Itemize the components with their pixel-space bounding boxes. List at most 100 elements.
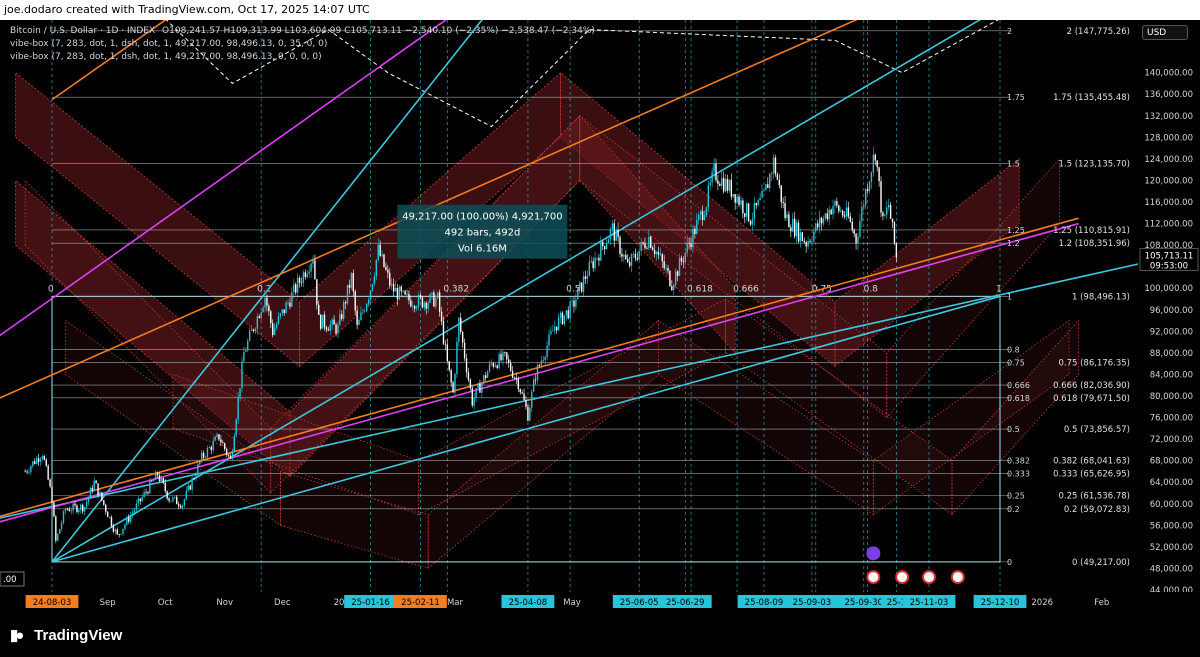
candle-body	[318, 304, 320, 315]
candle-body	[857, 236, 859, 244]
candle-body	[744, 213, 746, 217]
candle-body	[389, 272, 391, 286]
candle-body	[765, 184, 767, 191]
candle-body	[742, 200, 744, 214]
candle-body	[460, 317, 462, 333]
fib-level-ratio: 2	[1007, 27, 1012, 36]
candle-body	[630, 254, 633, 266]
candle-body	[419, 295, 422, 298]
candle-body	[222, 442, 224, 444]
candle-body	[500, 354, 502, 361]
candle-body	[688, 243, 690, 244]
candle-body	[362, 311, 364, 313]
time-tick-label: Nov	[216, 598, 233, 608]
price-tick-label: 60,000.00	[1150, 500, 1193, 510]
currency-selector[interactable]: USD	[1142, 25, 1188, 40]
candle-body	[406, 293, 408, 295]
time-tick-label: 2026	[1031, 598, 1053, 608]
candle-body	[575, 299, 577, 307]
candle-body	[34, 461, 36, 464]
candle-body	[241, 361, 243, 389]
fib-level-label: 0.333 (65,626.95)	[1053, 469, 1130, 479]
candle-body	[82, 504, 84, 512]
candle-body	[481, 382, 483, 393]
candle-body	[247, 340, 249, 351]
time-tag-label: 25-06-29	[666, 598, 705, 608]
candle-body	[784, 203, 786, 219]
candle-body	[149, 480, 151, 494]
candle-body	[573, 300, 575, 307]
candle-body	[488, 363, 491, 372]
candle-body	[740, 200, 742, 205]
candle-body	[24, 471, 26, 473]
time-tag-label: 25-01-16	[351, 598, 390, 608]
price-tick-label: 120,000.00	[1144, 176, 1193, 186]
candle-body	[91, 487, 93, 491]
candle-body	[550, 331, 552, 335]
candle-body	[291, 292, 293, 307]
candle-body	[682, 261, 685, 263]
candle-body	[49, 479, 51, 487]
candle-body	[58, 529, 61, 534]
candle-body	[870, 172, 873, 182]
candle-body	[415, 307, 418, 309]
candle-body	[452, 382, 454, 393]
candle-body	[780, 185, 782, 203]
time-axis: 24-08-03 Sep Oct Nov Dec 202 25-01-16 25-02-11 M…	[0, 592, 1200, 612]
candle-body	[552, 330, 554, 332]
candle-body	[650, 236, 652, 248]
candle-body	[168, 498, 170, 501]
candle-body	[546, 345, 548, 358]
candle-body	[461, 332, 464, 343]
candle-body	[592, 261, 594, 269]
candle-body	[863, 205, 865, 207]
candle-body	[690, 243, 692, 248]
time-tag-label: 25-06-05	[620, 598, 659, 608]
candle-body	[632, 254, 635, 255]
candle-body	[820, 217, 823, 224]
candle-body	[78, 510, 80, 513]
candle-body	[734, 194, 736, 203]
candle-body	[204, 457, 207, 459]
candle-body	[199, 461, 201, 464]
candle-body	[887, 204, 890, 208]
candle-body	[154, 472, 157, 480]
time-fib-label: 0	[48, 284, 54, 294]
candle-body	[724, 178, 727, 192]
candle-body	[492, 363, 495, 367]
candle-body	[603, 246, 606, 250]
candle-body	[836, 201, 838, 206]
candle-body	[139, 498, 141, 501]
price-tick-label: 68,000.00	[1150, 457, 1193, 467]
candle-body	[231, 450, 234, 459]
candle-body	[613, 223, 615, 241]
candle-body	[698, 214, 700, 220]
indicator-2[interactable]: vibe-box (7, 283, dot, 1, dsh, dot, 1, 4…	[10, 51, 595, 64]
candle-body	[840, 211, 842, 212]
candle-body	[87, 497, 90, 503]
candle-body	[634, 254, 637, 259]
candle-body	[628, 262, 631, 266]
time-tick-label: May	[563, 598, 581, 608]
candle-body	[830, 209, 832, 215]
candle-body	[826, 213, 828, 220]
candle-body	[106, 511, 109, 518]
candle-body	[390, 284, 393, 286]
candle-body	[281, 309, 283, 314]
candle-body	[889, 204, 892, 219]
candle-body	[557, 317, 560, 331]
candle-body	[684, 252, 686, 262]
candle-body	[74, 503, 76, 506]
candle-body	[782, 202, 784, 204]
candle-body	[893, 222, 896, 244]
chart-area[interactable]: 0 0.2 0.382 0.5 0.618 0.666 0.75 0.8 1 49,217.00 …	[0, 20, 1200, 612]
indicator-1[interactable]: vibe-box (7, 283, dot, 1, dsh, dot, 1, 4…	[10, 38, 595, 51]
candle-body	[665, 268, 667, 269]
measure-range: 49,217.00 (100.00%) 4,921,700	[402, 212, 562, 223]
candle-body	[498, 354, 500, 368]
candle-body	[822, 218, 825, 224]
candle-body	[37, 458, 40, 462]
candle-body	[594, 257, 596, 269]
price-chart[interactable]: 0 0.2 0.382 0.5 0.618 0.666 0.75 0.8 1 49,217.00 …	[0, 20, 1200, 612]
fib-level-label: 1.25 (110,815.91)	[1053, 226, 1130, 236]
